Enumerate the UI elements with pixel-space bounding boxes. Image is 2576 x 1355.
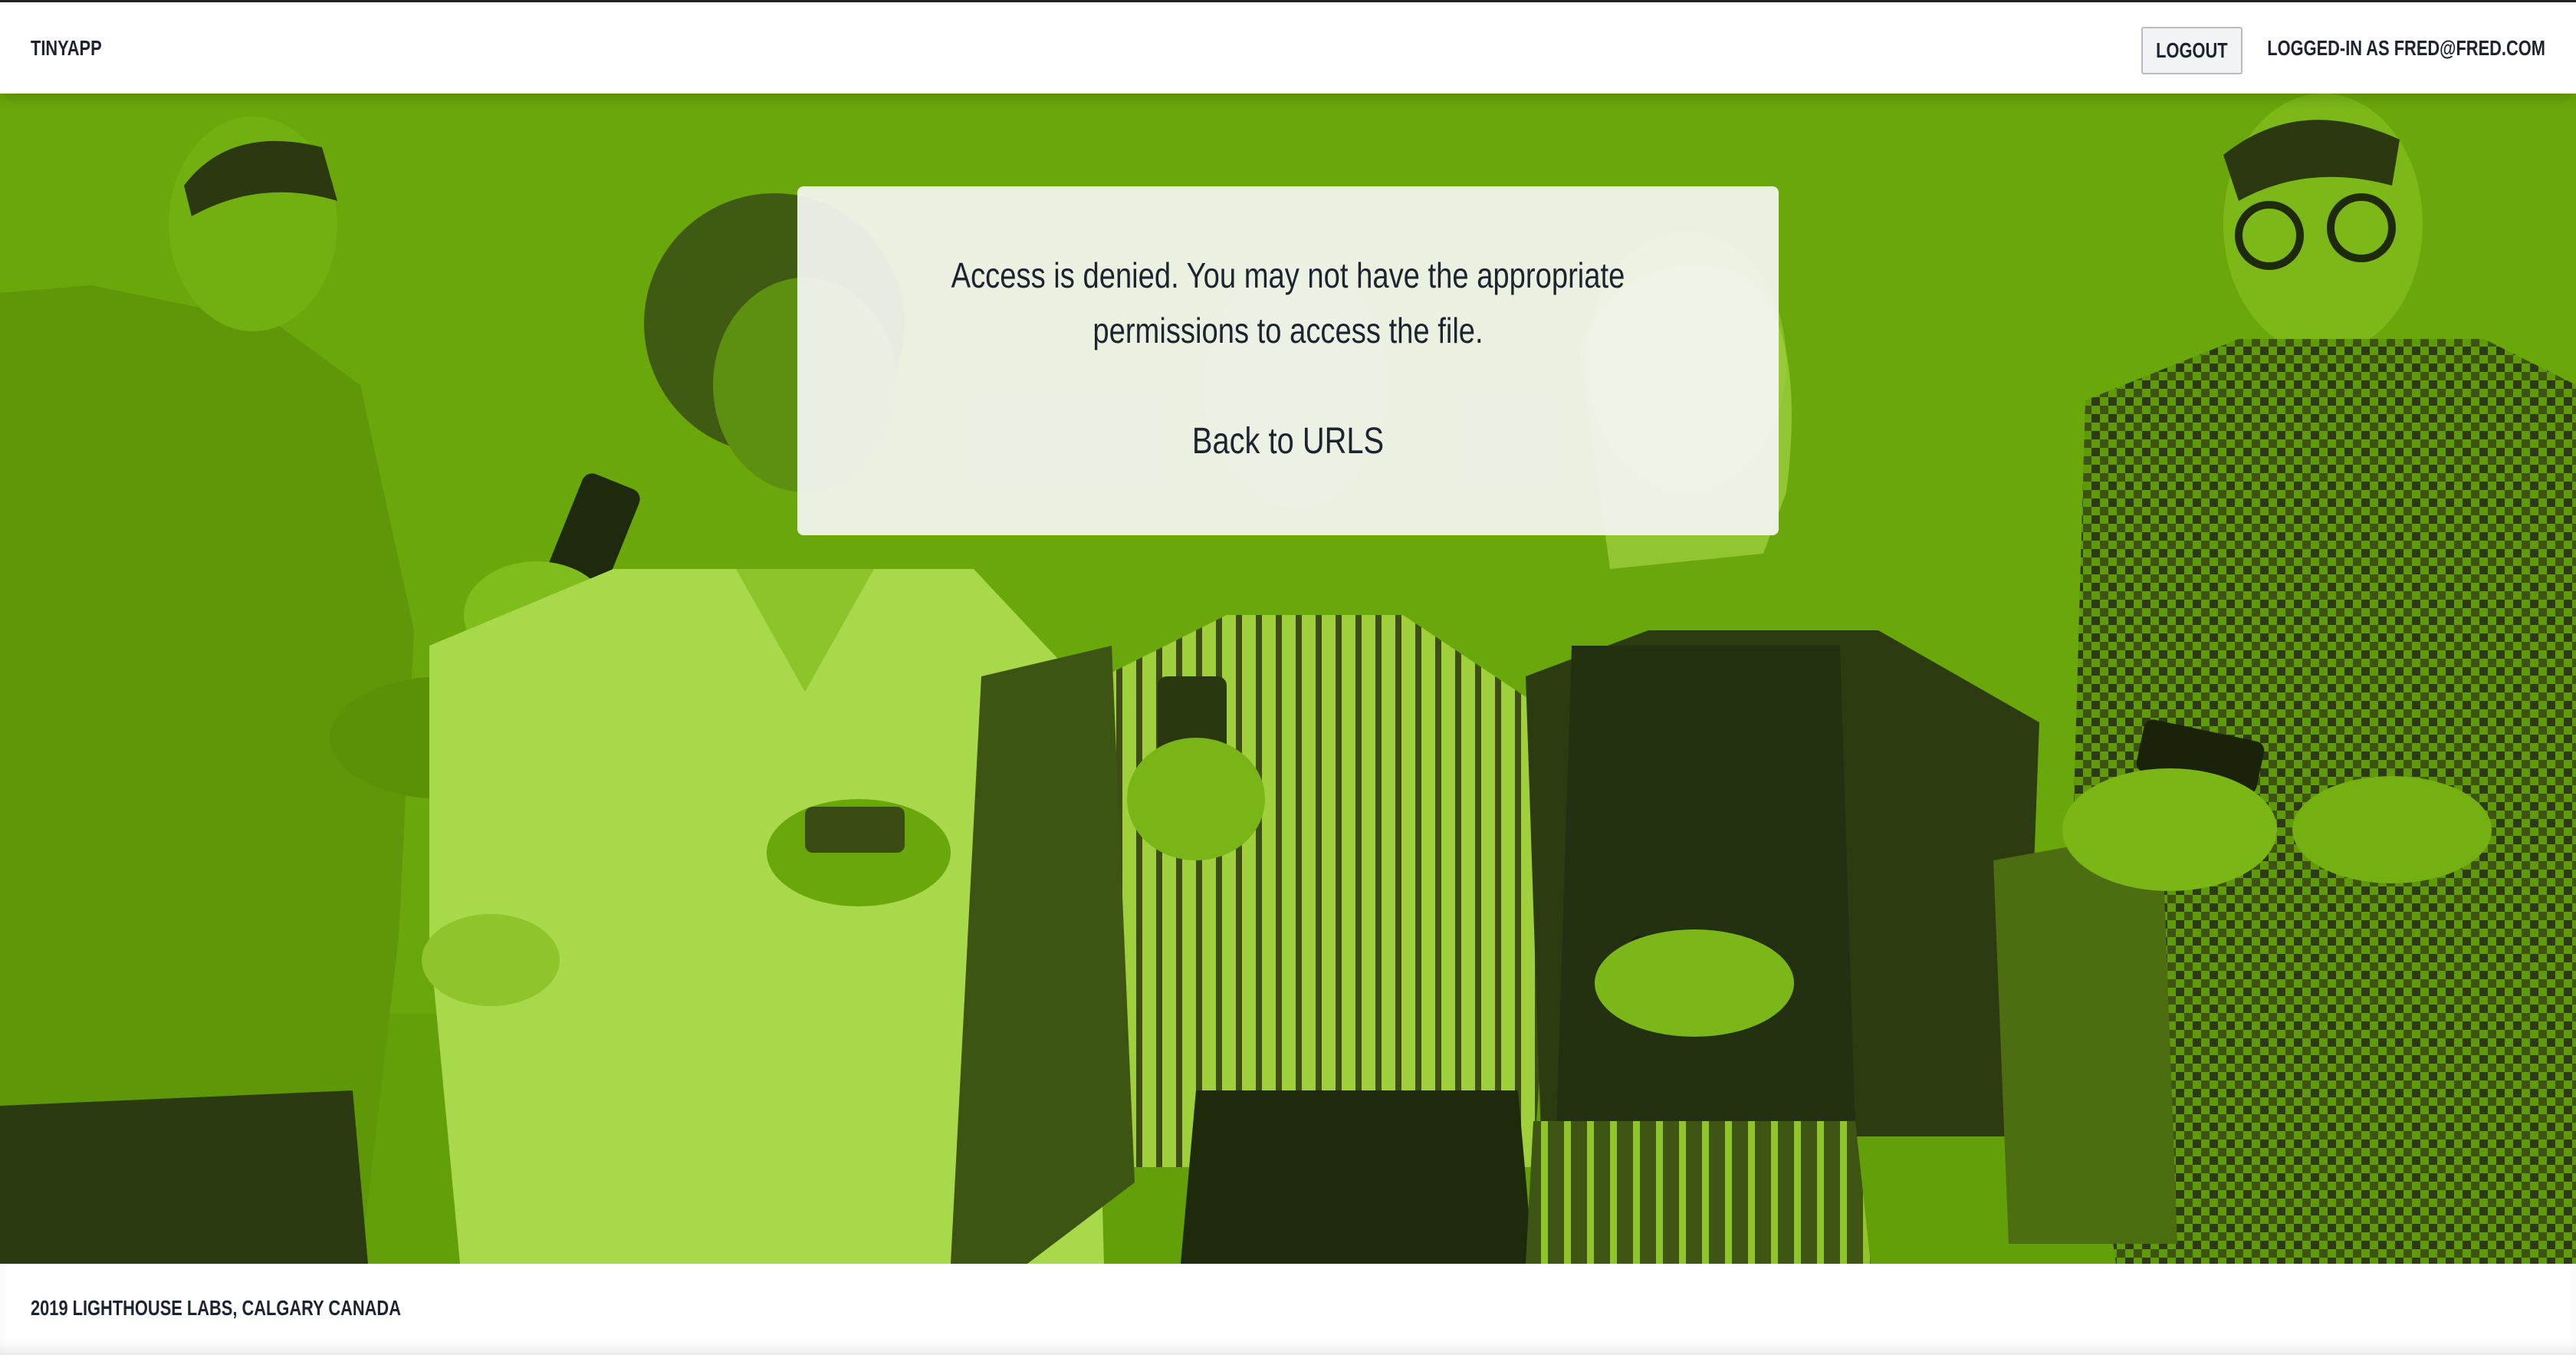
logout-button-label: LOGOUT — [2156, 38, 2228, 62]
back-to-urls-link[interactable]: Back to URLS — [881, 420, 1695, 462]
brand-link[interactable]: TINYAPP — [31, 36, 102, 61]
top-navbar: TINYAPP LOGOUT LOGGED-IN AS FRED@FRED.CO… — [0, 0, 2576, 94]
footer-copyright: 2019 LIGHTHOUSE LABS, CALGARY CANADA — [31, 1296, 401, 1320]
access-denied-message: Access is denied. You may not have the a… — [951, 255, 1625, 350]
page-footer: 2019 LIGHTHOUSE LABS, CALGARY CANADA — [0, 1264, 2576, 1355]
access-denied-card: Access is denied. You may not have the a… — [797, 186, 1779, 535]
logged-in-status: LOGGED-IN AS FRED@FRED.COM — [2267, 36, 2545, 60]
logout-button[interactable]: LOGOUT — [2141, 27, 2242, 74]
